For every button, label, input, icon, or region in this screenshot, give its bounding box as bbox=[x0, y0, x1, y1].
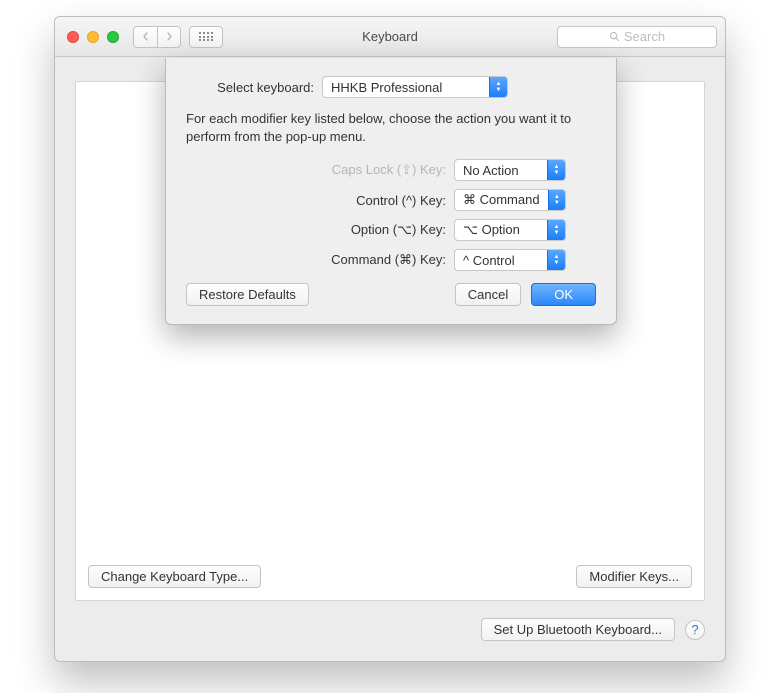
show-all-button[interactable] bbox=[189, 26, 223, 48]
capslock-label: Caps Lock (⇪) Key: bbox=[332, 162, 446, 178]
titlebar: Keyboard Search bbox=[55, 17, 725, 57]
command-label: Command (⌘) Key: bbox=[331, 252, 446, 268]
zoom-window-icon[interactable] bbox=[107, 31, 119, 43]
grid-icon bbox=[199, 32, 212, 42]
search-icon bbox=[609, 31, 620, 42]
ok-button[interactable]: OK bbox=[531, 283, 596, 306]
select-keyboard-popup[interactable]: HHKB Professional ▲▼ bbox=[322, 76, 508, 98]
chevron-right-icon bbox=[166, 32, 173, 41]
help-icon: ? bbox=[691, 622, 698, 637]
option-value: ⌥ Option bbox=[455, 222, 528, 238]
change-keyboard-type-button[interactable]: Change Keyboard Type... bbox=[88, 565, 261, 588]
setup-bluetooth-keyboard-button[interactable]: Set Up Bluetooth Keyboard... bbox=[481, 618, 675, 641]
modifier-keys-sheet: Select keyboard: HHKB Professional ▲▼ Fo… bbox=[165, 58, 617, 325]
capslock-row: Caps Lock (⇪) Key: No Action ▲▼ bbox=[216, 159, 566, 181]
bottom-bar: Set Up Bluetooth Keyboard... ? bbox=[75, 618, 705, 641]
option-row: Option (⌥) Key: ⌥ Option ▲▼ bbox=[216, 219, 566, 241]
select-keyboard-row: Select keyboard: HHKB Professional ▲▼ bbox=[186, 76, 596, 98]
updown-icon: ▲▼ bbox=[489, 77, 507, 97]
cancel-button[interactable]: Cancel bbox=[455, 283, 521, 306]
close-window-icon[interactable] bbox=[67, 31, 79, 43]
select-keyboard-value: HHKB Professional bbox=[323, 80, 450, 95]
option-popup[interactable]: ⌥ Option ▲▼ bbox=[454, 219, 566, 241]
command-row: Command (⌘) Key: ^ Control ▲▼ bbox=[216, 249, 566, 271]
search-placeholder: Search bbox=[624, 29, 665, 44]
capslock-popup[interactable]: No Action ▲▼ bbox=[454, 159, 566, 181]
select-keyboard-label: Select keyboard: bbox=[186, 80, 314, 95]
updown-icon: ▲▼ bbox=[547, 250, 565, 270]
updown-icon: ▲▼ bbox=[548, 190, 565, 210]
option-label: Option (⌥) Key: bbox=[351, 222, 446, 238]
instruction-text: For each modifier key listed below, choo… bbox=[186, 110, 596, 145]
control-value: ⌘ Command bbox=[455, 192, 548, 208]
restore-defaults-button[interactable]: Restore Defaults bbox=[186, 283, 309, 306]
preferences-window: Keyboard Search Sho Change Keyboard Type… bbox=[54, 16, 726, 662]
help-button[interactable]: ? bbox=[685, 620, 705, 640]
control-row: Control (^) Key: ⌘ Command ▲▼ bbox=[216, 189, 566, 211]
back-button[interactable] bbox=[133, 26, 157, 48]
modifier-key-grid: Caps Lock (⇪) Key: No Action ▲▼ Control … bbox=[216, 159, 566, 271]
nav-buttons bbox=[133, 26, 181, 48]
traffic-lights bbox=[67, 31, 119, 43]
control-popup[interactable]: ⌘ Command ▲▼ bbox=[454, 189, 566, 211]
capslock-value: No Action bbox=[455, 163, 527, 178]
pane-button-row: Change Keyboard Type... Modifier Keys... bbox=[88, 565, 692, 588]
command-popup[interactable]: ^ Control ▲▼ bbox=[454, 249, 566, 271]
updown-icon: ▲▼ bbox=[547, 160, 565, 180]
command-value: ^ Control bbox=[455, 253, 523, 268]
forward-button[interactable] bbox=[157, 26, 181, 48]
search-input[interactable]: Search bbox=[557, 26, 717, 48]
updown-icon: ▲▼ bbox=[547, 220, 565, 240]
modal-footer: Restore Defaults Cancel OK bbox=[186, 283, 596, 306]
control-label: Control (^) Key: bbox=[356, 193, 446, 208]
minimize-window-icon[interactable] bbox=[87, 31, 99, 43]
modifier-keys-button[interactable]: Modifier Keys... bbox=[576, 565, 692, 588]
chevron-left-icon bbox=[142, 32, 149, 41]
